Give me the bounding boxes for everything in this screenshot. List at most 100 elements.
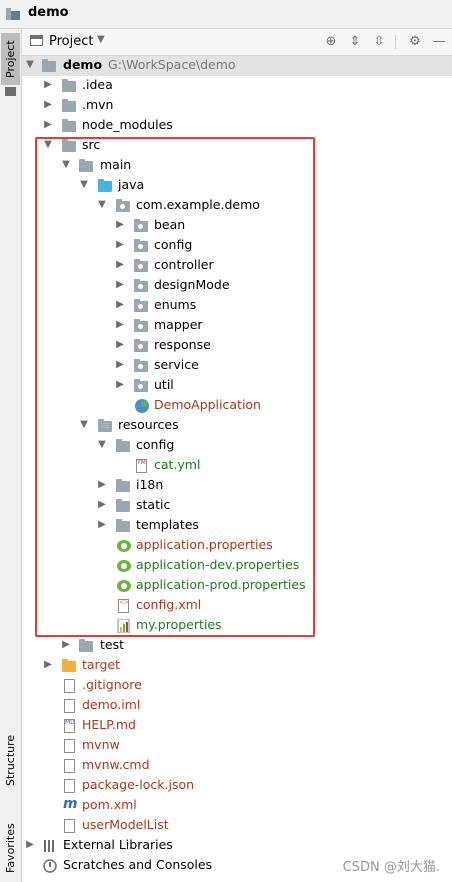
tree-node-config-xml[interactable]: <> config.xml bbox=[22, 596, 452, 616]
tree-node-demoapplication[interactable]: DemoApplication bbox=[22, 396, 452, 416]
tree-node-idea[interactable]: ▶ .idea bbox=[22, 76, 452, 96]
tree-node-application-prod-properties[interactable]: application-prod.properties bbox=[22, 576, 452, 596]
tree-node-java[interactable]: ▼ java bbox=[22, 176, 452, 196]
folder-icon bbox=[79, 639, 93, 652]
tree-node-usermodellist[interactable]: userModelList bbox=[22, 816, 452, 836]
chevron-down-icon[interactable]: ▼ bbox=[42, 139, 54, 150]
tree-node-templates[interactable]: ▶ templates bbox=[22, 516, 452, 536]
chevron-right-icon[interactable]: ▶ bbox=[114, 219, 126, 230]
chevron-down-icon[interactable]: ▼ bbox=[78, 419, 90, 430]
chevron-right-icon[interactable]: ▶ bbox=[42, 79, 54, 90]
tree-label: .mvn bbox=[82, 97, 114, 112]
tree-node-response[interactable]: ▶ response bbox=[22, 336, 452, 356]
tree-node-main[interactable]: ▼ main bbox=[22, 156, 452, 176]
left-tool-strip: Project Structure Favorites bbox=[0, 29, 22, 882]
tree-node-resources-config[interactable]: ▼ config bbox=[22, 436, 452, 456]
tree-node-mvn[interactable]: ▶ .mvn bbox=[22, 96, 452, 116]
chevron-down-icon[interactable]: ▼ bbox=[96, 439, 108, 450]
tab-structure[interactable]: Structure bbox=[1, 729, 20, 791]
tree-node-i18n[interactable]: ▶ i18n bbox=[22, 476, 452, 496]
chevron-right-icon[interactable]: ▶ bbox=[114, 259, 126, 270]
tree-node-bean[interactable]: ▶ bean bbox=[22, 216, 452, 236]
collapse-all-icon[interactable]: ⇳ bbox=[370, 33, 388, 51]
chevron-right-icon[interactable]: ▶ bbox=[114, 319, 126, 330]
tree-label: resources bbox=[118, 417, 179, 432]
tree-node-static[interactable]: ▶ static bbox=[22, 496, 452, 516]
package-icon bbox=[134, 299, 148, 312]
chevron-right-icon[interactable]: ▶ bbox=[42, 659, 54, 670]
folder-icon bbox=[62, 139, 76, 152]
tree-node-pom-xml[interactable]: m pom.xml bbox=[22, 796, 452, 816]
chevron-right-icon[interactable]: ▶ bbox=[60, 639, 72, 650]
chevron-right-icon[interactable]: ▶ bbox=[96, 499, 108, 510]
iml-file-icon bbox=[64, 699, 75, 713]
tree-label: .idea bbox=[82, 77, 113, 92]
chevron-right-icon[interactable]: ▶ bbox=[114, 339, 126, 350]
tree-node-my-properties[interactable]: my.properties bbox=[22, 616, 452, 636]
tree-node-enums[interactable]: ▶ enums bbox=[22, 296, 452, 316]
text-file-icon bbox=[64, 759, 75, 773]
tree-node-help-md[interactable]: MD HELP.md bbox=[22, 716, 452, 736]
folder-icon bbox=[79, 159, 93, 172]
crosshair-icon[interactable]: ⊕ bbox=[322, 33, 340, 51]
tree-node-package-lock-json[interactable]: package-lock.json bbox=[22, 776, 452, 796]
tree-node-target[interactable]: ▶ target bbox=[22, 656, 452, 676]
chevron-right-icon[interactable]: ▶ bbox=[114, 359, 126, 370]
chevron-right-icon[interactable]: ▶ bbox=[24, 839, 36, 850]
source-folder-icon bbox=[98, 179, 112, 192]
tree-label: main bbox=[100, 157, 132, 172]
tab-favorites[interactable]: Favorites bbox=[1, 817, 20, 879]
tree-node-mvnw-cmd[interactable]: mvnw.cmd bbox=[22, 756, 452, 776]
libraries-icon bbox=[44, 840, 54, 852]
gear-icon[interactable]: ⚙ bbox=[406, 33, 424, 51]
chevron-down-icon[interactable]: ▼ bbox=[97, 34, 105, 45]
tree-node-demo[interactable]: ▼ demo G:\WorkSpace\demo bbox=[22, 56, 452, 76]
chevron-down-icon[interactable]: ▼ bbox=[78, 179, 90, 190]
chevron-right-icon[interactable]: ▶ bbox=[114, 239, 126, 250]
tree-node-service[interactable]: ▶ service bbox=[22, 356, 452, 376]
chevron-right-icon[interactable]: ▶ bbox=[96, 519, 108, 530]
chevron-right-icon[interactable]: ▶ bbox=[114, 279, 126, 290]
chevron-down-icon[interactable]: ▼ bbox=[24, 59, 36, 70]
tree-label: my.properties bbox=[136, 617, 222, 632]
tree-node-src[interactable]: ▼ src bbox=[22, 136, 452, 156]
chevron-right-icon[interactable]: ▶ bbox=[96, 479, 108, 490]
tree-node-demo-iml[interactable]: demo.iml bbox=[22, 696, 452, 716]
chevron-right-icon[interactable]: ▶ bbox=[42, 119, 54, 130]
tree-node-test[interactable]: ▶ test bbox=[22, 636, 452, 656]
tab-project[interactable]: Project bbox=[1, 33, 20, 85]
chevron-down-icon[interactable]: ▼ bbox=[96, 199, 108, 210]
chevron-right-icon[interactable]: ▶ bbox=[114, 299, 126, 310]
json-file-icon bbox=[64, 779, 75, 793]
tree-node-node-modules[interactable]: ▶ node_modules bbox=[22, 116, 452, 136]
text-file-icon bbox=[64, 739, 75, 753]
project-view-icon bbox=[30, 35, 43, 46]
tree-node-util[interactable]: ▶ util bbox=[22, 376, 452, 396]
minimize-icon[interactable]: — bbox=[430, 33, 448, 51]
tree-node-resources[interactable]: ▼ resources bbox=[22, 416, 452, 436]
view-selector-label[interactable]: Project bbox=[49, 34, 93, 49]
tree-node-config[interactable]: ▶ config bbox=[22, 236, 452, 256]
tree-label: enums bbox=[154, 297, 197, 312]
tree-node-gitignore[interactable]: .gitignore bbox=[22, 676, 452, 696]
tree-node-external-libraries[interactable]: ▶ External Libraries bbox=[22, 836, 452, 856]
package-icon bbox=[134, 239, 148, 252]
tree-node-application-properties[interactable]: application.properties bbox=[22, 536, 452, 556]
tree-node-mvnw[interactable]: mvnw bbox=[22, 736, 452, 756]
tree-label: mvnw.cmd bbox=[82, 757, 150, 772]
chevron-down-icon[interactable]: ▼ bbox=[60, 159, 72, 170]
tree-node-controller[interactable]: ▶ controller bbox=[22, 256, 452, 276]
chevron-right-icon[interactable]: ▶ bbox=[114, 379, 126, 390]
tree-node-application-dev-properties[interactable]: application-dev.properties bbox=[22, 556, 452, 576]
tree-label: bean bbox=[154, 217, 186, 232]
tree-label: src bbox=[82, 137, 101, 152]
chevron-right-icon[interactable]: ▶ bbox=[42, 99, 54, 110]
tree-node-mapper[interactable]: ▶ mapper bbox=[22, 316, 452, 336]
markdown-file-icon: MD bbox=[64, 719, 75, 733]
tree-node-designmode[interactable]: ▶ designMode bbox=[22, 276, 452, 296]
folder-icon bbox=[62, 79, 76, 92]
tree-node-package[interactable]: ▼ com.example.demo bbox=[22, 196, 452, 216]
xml-file-icon: <> bbox=[118, 599, 129, 613]
expand-all-icon[interactable]: ⇕ bbox=[346, 33, 364, 51]
tree-node-cat-yml[interactable]: YML cat.yml bbox=[22, 456, 452, 476]
